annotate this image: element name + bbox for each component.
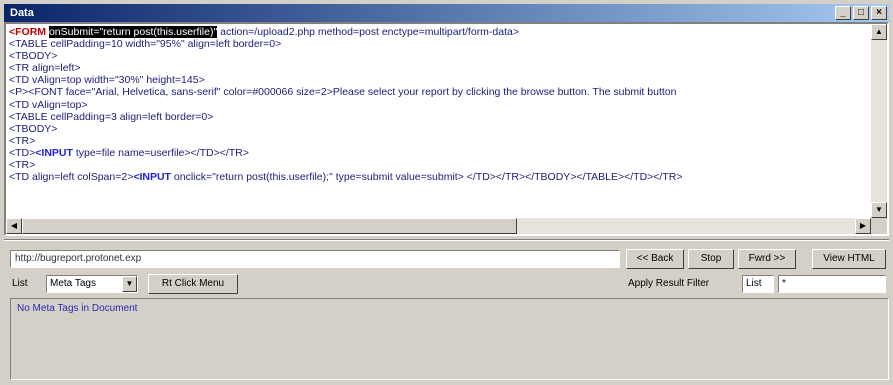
- title-buttons: _ □ ×: [835, 6, 887, 20]
- source-line: <TD><INPUT type=file name=userfile></TD>…: [9, 147, 868, 159]
- scroll-right-icon[interactable]: ▶: [855, 218, 871, 234]
- source-token: <P><FONT face="Arial, Helvetica, sans-se…: [9, 86, 677, 99]
- scroll-corner: [871, 218, 887, 234]
- source-line: <TR align=left>: [9, 62, 868, 74]
- source-line: <TBODY>: [9, 50, 868, 62]
- filter-label: Apply Result Filter: [628, 278, 710, 289]
- source-token: <TR align=left>: [9, 62, 81, 75]
- source-token: <TD vAlign=top>: [9, 98, 88, 111]
- source-token: <TBODY>: [9, 50, 58, 63]
- source-line: <TD vAlign=top width="30%" height=145>: [9, 74, 868, 86]
- results-pane[interactable]: No Meta Tags in Document: [10, 298, 889, 380]
- minimize-button[interactable]: _: [835, 6, 851, 20]
- source-token: <TR>: [9, 159, 36, 172]
- source-line: <TABLE cellPadding=10 width="95%" align=…: [9, 38, 868, 50]
- html-source-text[interactable]: <FORM onSubmit="return post(this.userfil…: [6, 24, 871, 218]
- url-input[interactable]: http://bugreport.protonet.exp: [10, 250, 620, 268]
- source-token: onclick="return post(this.userfile);" ty…: [170, 171, 683, 184]
- html-source-pane[interactable]: <FORM onSubmit="return post(this.userfil…: [4, 22, 889, 236]
- scroll-down-icon[interactable]: ▼: [871, 202, 887, 218]
- chevron-down-icon[interactable]: ▼: [122, 276, 137, 292]
- source-token: <TABLE cellPadding=10 width="95%" align=…: [9, 38, 282, 51]
- list-select-value: Meta Tags: [50, 278, 96, 289]
- source-token: action=/upload2.php method=post enctype=…: [217, 26, 519, 38]
- rt-click-menu-button[interactable]: Rt Click Menu: [148, 274, 238, 294]
- maximize-button[interactable]: □: [853, 6, 869, 20]
- source-line: <TD align=left colSpan=2><INPUT onclick=…: [9, 171, 868, 183]
- vertical-scrollbar[interactable]: ▲ ▼: [871, 24, 887, 218]
- title-bar: Data _ □ ×: [4, 4, 889, 22]
- list-label: List: [12, 278, 28, 289]
- view-html-button[interactable]: View HTML: [812, 249, 886, 269]
- source-line: <TBODY>: [9, 123, 868, 135]
- source-line: <TR>: [9, 159, 868, 171]
- source-token: <TBODY>: [9, 122, 58, 135]
- source-token: type=file name=userfile></TD></TR>: [72, 146, 249, 159]
- filter-field-2[interactable]: *: [778, 275, 886, 293]
- source-token: <TD vAlign=top width="30%" height=145>: [9, 74, 205, 87]
- source-token: onSubmit="return post(this.userfile)": [48, 26, 218, 38]
- source-line: <TR>: [9, 135, 868, 147]
- source-token: <TD>: [9, 146, 36, 159]
- horizontal-scrollbar[interactable]: ◀ ▶: [6, 218, 871, 234]
- source-line: <FORM onSubmit="return post(this.userfil…: [9, 26, 868, 38]
- source-token: <TD align=left colSpan=2>: [9, 171, 134, 184]
- source-token: <FORM: [9, 26, 49, 38]
- list-select[interactable]: Meta Tags ▼: [46, 275, 138, 293]
- source-line: <TD vAlign=top>: [9, 99, 868, 111]
- horizontal-scroll-thumb[interactable]: [22, 218, 517, 234]
- forward-button[interactable]: Fwrd >>: [738, 249, 796, 269]
- back-button[interactable]: << Back: [626, 249, 684, 269]
- source-token: <INPUT: [35, 146, 73, 159]
- stop-button[interactable]: Stop: [688, 249, 734, 269]
- results-text: No Meta Tags in Document: [17, 303, 138, 314]
- scroll-up-icon[interactable]: ▲: [871, 24, 887, 40]
- window-title: Data: [10, 7, 34, 19]
- splitter[interactable]: [4, 239, 889, 241]
- source-line: <P><FONT face="Arial, Helvetica, sans-se…: [9, 86, 868, 98]
- source-token: <TABLE cellPadding=3 align=left border=0…: [9, 110, 214, 123]
- source-token: <INPUT: [133, 171, 171, 184]
- close-button[interactable]: ×: [871, 6, 887, 20]
- scroll-left-icon[interactable]: ◀: [6, 218, 22, 234]
- filter-field-1[interactable]: List: [742, 275, 774, 293]
- source-line: <TABLE cellPadding=3 align=left border=0…: [9, 111, 868, 123]
- source-token: <TR>: [9, 134, 36, 147]
